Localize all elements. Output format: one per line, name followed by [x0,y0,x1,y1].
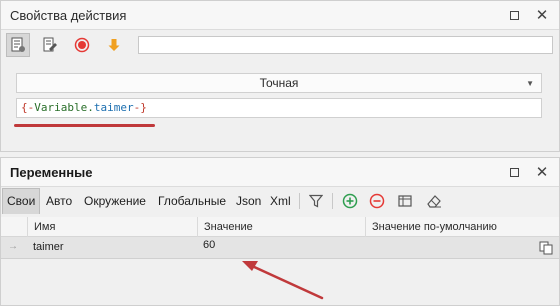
variables-tabs: Свои Авто Окружение Глобальные Json Xml [1,188,559,214]
action-name-input[interactable] [138,36,553,54]
match-mode-select[interactable]: Точная ▼ [16,73,542,93]
table-row[interactable]: → taimer 60 [1,237,559,259]
action-properties-header: Свойства действия ✕ [1,1,559,30]
variable-value-input[interactable]: {-Variable.taimer-} [16,98,542,118]
move-down-button[interactable] [102,33,126,57]
columns-icon[interactable] [395,191,415,211]
properties-icon [11,37,25,52]
edit-button[interactable] [38,33,62,57]
remove-icon[interactable] [367,191,387,211]
edit-icon [43,37,57,52]
record-icon [74,37,90,53]
maximize-icon[interactable] [506,7,522,23]
highlight-underline [14,124,155,127]
cell-name[interactable]: taimer [27,237,197,259]
toolbar-separator [299,193,300,209]
action-toolbar [1,31,559,59]
variables-panel: Переменные ✕ Свои Авто Окружение Глобаль… [0,157,560,306]
properties-button[interactable] [6,33,30,57]
chevron-down-icon: ▼ [526,79,534,88]
cell-value[interactable]: 60 [197,237,365,259]
token-close: -} [133,101,147,114]
variables-table: Имя Значение Значение по-умолчанию → tai… [1,217,559,259]
arrow-down-icon [108,39,120,51]
record-button[interactable] [70,33,94,57]
tab-global[interactable]: Глобальные [158,188,226,214]
column-header-name[interactable]: Имя [27,217,197,237]
copy-icon[interactable] [538,240,554,256]
row-arrow-icon: → [8,241,18,252]
panel-title: Свойства действия [10,7,127,23]
column-header-value[interactable]: Значение [197,217,365,237]
token-dot: . [87,101,94,114]
variables-header: Переменные ✕ [1,158,559,187]
table-header: Имя Значение Значение по-умолчанию [1,217,559,237]
maximize-icon[interactable] [506,164,522,180]
tab-xml[interactable]: Xml [270,188,291,214]
cell-default[interactable] [365,237,537,259]
tab-auto[interactable]: Авто [46,188,72,214]
tab-environment[interactable]: Окружение [84,188,146,214]
token-variable-name: taimer [93,101,134,114]
close-icon[interactable]: ✕ [534,7,550,24]
token-keyword: Variable [34,101,88,114]
eraser-icon[interactable] [424,191,444,211]
match-mode-value: Точная [259,76,299,90]
action-properties-panel: Свойства действия ✕ Точная ▼ {-Variable.… [0,0,560,152]
column-header-default[interactable]: Значение по-умолчанию [365,217,537,237]
close-icon[interactable]: ✕ [534,164,550,181]
toolbar-separator [332,193,333,209]
tab-json[interactable]: Json [236,188,261,214]
filter-icon[interactable] [306,191,326,211]
panel-title: Переменные [10,164,93,180]
token-open: {- [21,101,35,114]
tab-own[interactable]: Свои [2,188,41,214]
add-icon[interactable] [340,191,360,211]
